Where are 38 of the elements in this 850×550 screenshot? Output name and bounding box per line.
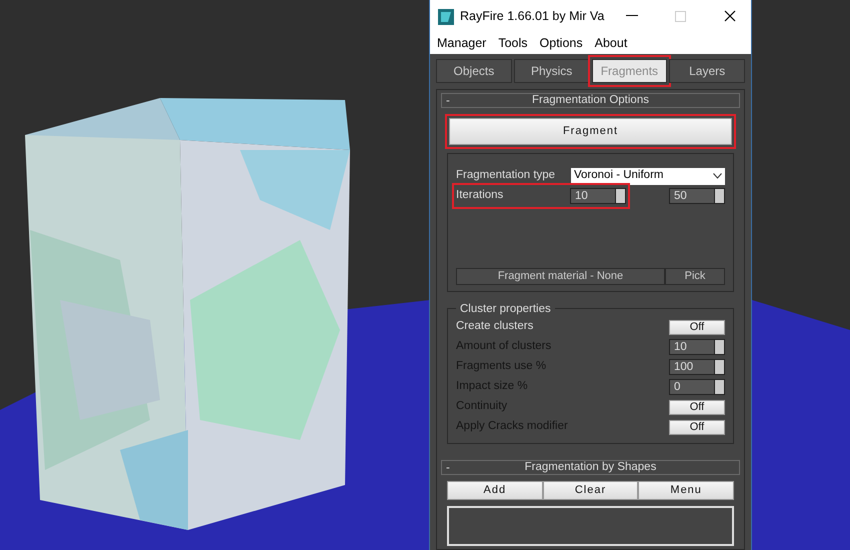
rollout-title: Fragmentation Options	[532, 92, 649, 108]
field-label: Fragmentation type	[456, 168, 556, 184]
spinner-arrows[interactable]	[714, 360, 724, 374]
spinner-arrows[interactable]	[615, 189, 625, 203]
window-title: RayFire 1.66.01 by Mir Va	[460, 8, 604, 25]
field-label: Create clusters	[456, 319, 534, 334]
tab[interactable]: Layers	[669, 59, 745, 83]
app-icon	[438, 8, 454, 25]
spinner-field[interactable]: 10	[570, 188, 626, 204]
rollout-header[interactable]: - Fragmentation Options	[441, 93, 740, 108]
close-icon	[724, 10, 736, 22]
rollout-header[interactable]: - Fragmentation by Shapes	[441, 460, 740, 475]
shapes-list[interactable]	[447, 506, 734, 546]
material-button[interactable]: Fragment material - None	[456, 268, 665, 285]
collapse-toggle[interactable]: -	[446, 460, 450, 478]
type-dropdown[interactable]: Voronoi - Uniform	[571, 168, 725, 184]
menu-item[interactable]: Tools	[498, 34, 528, 52]
menu-item[interactable]: About	[594, 34, 628, 52]
field-label: Iterations	[456, 188, 504, 204]
spinner-arrows[interactable]	[714, 380, 724, 394]
tab[interactable]: Objects	[436, 59, 512, 83]
menu-item[interactable]: Options	[540, 34, 583, 52]
spinner-arrows[interactable]	[714, 340, 724, 354]
menu-item[interactable]: Manager	[437, 34, 486, 52]
shape-button[interactable]: Clear	[542, 481, 638, 500]
shape-button[interactable]: Menu	[638, 481, 734, 500]
shape-button[interactable]: Add	[447, 481, 543, 500]
toggle-button[interactable]: Off	[669, 320, 725, 334]
spinner-arrows[interactable]	[714, 189, 724, 203]
minimize-icon	[626, 15, 638, 17]
collapse-toggle[interactable]: -	[446, 93, 450, 110]
tab[interactable]: Physics	[514, 59, 590, 83]
chevron-icon	[713, 173, 722, 179]
spinner-field[interactable]: 50	[669, 188, 725, 204]
rollout-title: Fragmentation by Shapes	[524, 460, 656, 475]
pick-button[interactable]: Pick	[665, 268, 725, 285]
maximize-icon	[675, 10, 686, 22]
fragment-button[interactable]: Fragment	[449, 118, 732, 145]
